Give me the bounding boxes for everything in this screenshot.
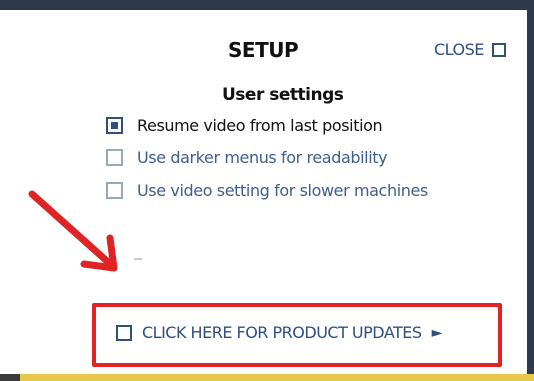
play-arrow-icon: ► — [431, 324, 443, 341]
frame-bottom-edge — [0, 374, 534, 381]
dialog-title: SETUP — [228, 38, 299, 62]
close-button[interactable]: CLOSE — [434, 40, 506, 59]
option-label: Use video setting for slower machines — [137, 181, 428, 200]
setup-dialog: SETUP CLOSE User settings Resume video f… — [0, 0, 534, 381]
option-slower-machines[interactable]: Use video setting for slower machines — [106, 181, 428, 200]
close-box-icon[interactable] — [491, 42, 506, 57]
checkbox-checked-icon[interactable] — [106, 117, 123, 134]
frame-bottom-left-edge — [0, 374, 20, 381]
frame-right-edge — [527, 0, 534, 381]
product-updates-label: CLICK HERE FOR PRODUCT UPDATES — [142, 323, 422, 342]
product-updates-link[interactable]: CLICK HERE FOR PRODUCT UPDATES ► — [116, 323, 442, 342]
checkbox-icon — [116, 324, 132, 341]
close-label: CLOSE — [434, 40, 484, 59]
frame-top-edge — [0, 0, 534, 10]
option-label: Resume video from last position — [137, 116, 383, 135]
option-darker-menus[interactable]: Use darker menus for readability — [106, 148, 388, 167]
option-resume-video[interactable]: Resume video from last position — [106, 116, 383, 135]
red-arrow-icon — [28, 190, 118, 272]
divider — [134, 258, 142, 260]
checkbox-unchecked-icon[interactable] — [106, 149, 123, 166]
section-title: User settings — [222, 85, 344, 105]
option-label: Use darker menus for readability — [137, 148, 388, 167]
